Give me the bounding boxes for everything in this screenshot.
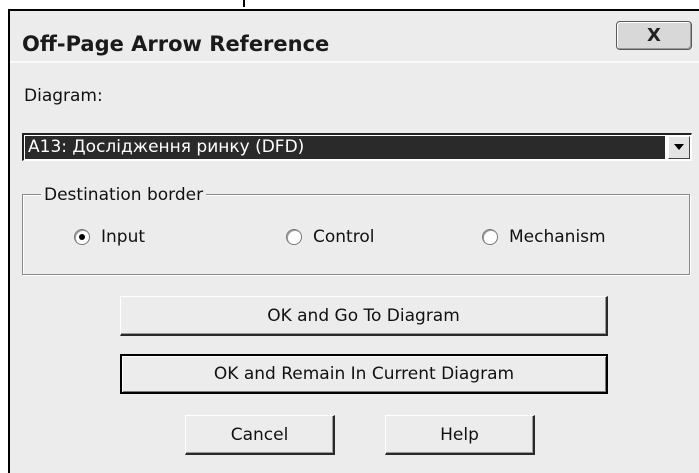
radio-selected-dot xyxy=(79,234,85,240)
radio-input-circle[interactable] xyxy=(74,229,90,245)
radio-control[interactable]: Control xyxy=(286,225,374,249)
title-bar[interactable]: Off-Page Arrow Reference X xyxy=(10,11,699,63)
top-edge-mark xyxy=(243,0,245,7)
diagram-select-value[interactable]: A13: Дослідження ринку (DFD) xyxy=(25,136,665,159)
ok-and-go-to-diagram-button[interactable]: OK and Go To Diagram xyxy=(120,296,608,336)
radio-mechanism-circle[interactable] xyxy=(482,229,498,245)
destination-border-legend: Destination border xyxy=(41,185,207,205)
dialog-title: Off-Page Arrow Reference xyxy=(22,32,330,56)
diagram-select[interactable]: A13: Дослідження ринку (DFD) xyxy=(22,133,692,161)
close-button[interactable]: X xyxy=(616,21,692,50)
cancel-button[interactable]: Cancel xyxy=(185,415,335,455)
diagram-dropdown-button[interactable] xyxy=(668,136,690,159)
chevron-down-icon xyxy=(674,144,684,150)
radio-mechanism[interactable]: Mechanism xyxy=(482,225,606,249)
radio-control-label[interactable]: Control xyxy=(313,227,374,247)
radio-control-circle[interactable] xyxy=(286,229,302,245)
off-page-arrow-reference-dialog: Off-Page Arrow Reference X Diagram: A13:… xyxy=(8,9,699,473)
ok-and-remain-button[interactable]: OK and Remain In Current Diagram xyxy=(120,354,608,394)
radio-input[interactable]: Input xyxy=(74,225,145,249)
diagram-label: Diagram: xyxy=(24,86,103,106)
close-icon: X xyxy=(647,25,661,46)
help-button[interactable]: Help xyxy=(385,415,535,455)
radio-input-label[interactable]: Input xyxy=(101,227,145,247)
radio-mechanism-label[interactable]: Mechanism xyxy=(509,227,606,247)
